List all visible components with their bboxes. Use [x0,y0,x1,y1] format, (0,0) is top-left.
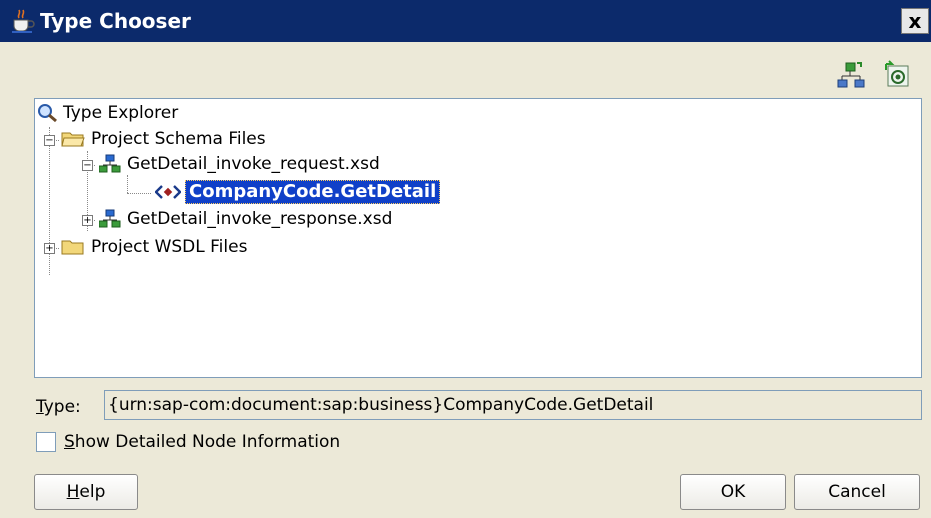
show-detailed-node-info-label[interactable]: Show Detailed Node Information [64,432,340,452]
window-title: Type Chooser [40,9,191,33]
title-bar[interactable]: Type Chooser x [0,0,931,42]
type-explorer-tree[interactable]: Type Explorer − Project Schema Files − G… [34,98,922,378]
schema-tree-icon[interactable] [836,60,866,90]
ok-button[interactable]: OK [680,474,786,510]
collapse-toggle[interactable]: − [82,160,93,171]
schema-icon [99,154,121,173]
expand-toggle[interactable]: + [44,243,55,254]
tree-node-label: Project WSDL Files [91,237,248,257]
tree-node-label: CompanyCode.GetDetail [185,180,441,204]
element-icon [155,185,181,199]
close-icon: x [908,9,922,33]
collapse-toggle[interactable]: − [44,135,55,146]
schema-icon [99,209,121,228]
coffee-cup-icon [12,9,35,33]
cancel-button[interactable]: Cancel [794,474,920,510]
show-detailed-node-info-checkbox[interactable] [36,432,56,452]
close-button[interactable]: x [901,8,929,34]
tree-node-label: Project Schema Files [91,129,266,149]
import-schema-icon[interactable] [882,60,912,90]
type-value: {urn:sap-com:document:sap:business}Compa… [108,395,654,415]
expand-toggle[interactable]: + [82,215,93,226]
magnifier-icon [38,104,57,123]
type-field[interactable]: {urn:sap-com:document:sap:business}Compa… [104,390,922,420]
help-button[interactable]: Help [34,474,138,510]
folder-icon [61,240,84,255]
tree-node-label: GetDetail_invoke_response.xsd [127,209,393,229]
open-folder-icon [61,132,85,147]
type-label: Type: [36,397,81,417]
tree-node-label: Type Explorer [63,103,179,123]
tree-node-label: GetDetail_invoke_request.xsd [127,154,380,174]
